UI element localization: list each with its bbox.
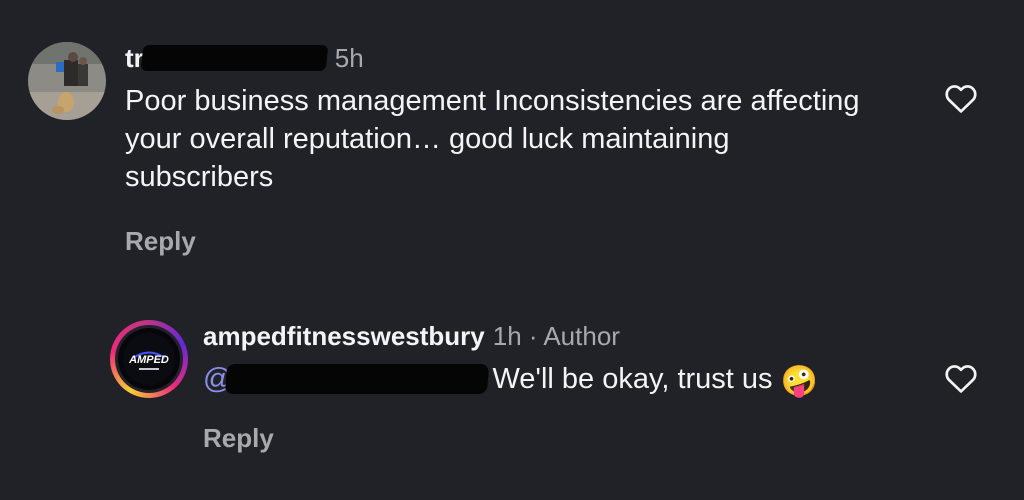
heart-outline-icon (945, 365, 977, 393)
redaction-mark (140, 45, 329, 71)
like-button[interactable] (944, 362, 978, 399)
avatar[interactable] (28, 42, 106, 120)
meta-separator: · (521, 321, 544, 351)
reply-comment: AMPED ampedfitnesswestbury 1h · Author @ W… (110, 320, 988, 454)
avatar-photo-icon (28, 42, 106, 120)
timestamp: 5h (334, 43, 364, 73)
svg-text:AMPED: AMPED (128, 354, 169, 366)
comment-thread: tr 5h Poor business management Inconsiste… (0, 0, 1024, 500)
comment-meta: tr 5h (125, 42, 988, 74)
reply-button[interactable]: Reply (125, 226, 988, 257)
comment: tr 5h Poor business management Inconsiste… (28, 42, 988, 257)
heart-outline-icon (945, 85, 977, 113)
comment-text: @ We'll be okay, trust us 🤪 (203, 360, 963, 401)
avatar-story-ring[interactable]: AMPED (110, 320, 188, 398)
comment-text: Poor business management Inconsistencies… (125, 85, 860, 193)
author-badge: Author (543, 321, 620, 351)
timestamp: 1h (492, 321, 522, 351)
zany-face-emoji: 🤪 (780, 365, 818, 398)
avatar: AMPED (118, 328, 180, 390)
comment-text-body: We'll be okay, trust us (492, 363, 773, 395)
like-button[interactable] (944, 82, 978, 119)
username[interactable]: ampedfitnesswestbury (203, 321, 485, 351)
redaction-mark (225, 364, 490, 394)
reply-button[interactable]: Reply (203, 423, 988, 454)
amped-logo-icon: AMPED (123, 333, 175, 385)
comment-meta: ampedfitnesswestbury 1h · Author (203, 320, 988, 352)
